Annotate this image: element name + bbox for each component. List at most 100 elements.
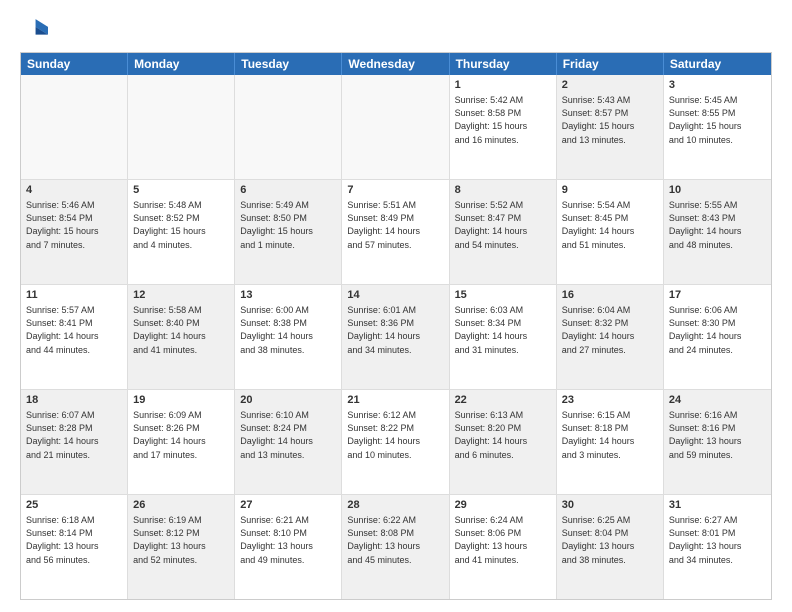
day-number: 13 [240,288,336,303]
calendar-cell: 26Sunrise: 6:19 AMSunset: 8:12 PMDayligh… [128,495,235,599]
calendar-header-cell: Wednesday [342,53,449,75]
cell-info: Sunrise: 5:57 AMSunset: 8:41 PMDaylight:… [26,304,122,356]
day-number: 7 [347,183,443,198]
day-number: 10 [669,183,766,198]
cell-info: Sunrise: 6:07 AMSunset: 8:28 PMDaylight:… [26,409,122,461]
cell-info: Sunrise: 6:12 AMSunset: 8:22 PMDaylight:… [347,409,443,461]
calendar-cell: 31Sunrise: 6:27 AMSunset: 8:01 PMDayligh… [664,495,771,599]
day-number: 22 [455,393,551,408]
calendar-cell [21,75,128,179]
cell-info: Sunrise: 6:21 AMSunset: 8:10 PMDaylight:… [240,514,336,566]
cell-info: Sunrise: 5:42 AMSunset: 8:58 PMDaylight:… [455,94,551,146]
cell-info: Sunrise: 5:52 AMSunset: 8:47 PMDaylight:… [455,199,551,251]
calendar-cell: 22Sunrise: 6:13 AMSunset: 8:20 PMDayligh… [450,390,557,494]
calendar-cell: 17Sunrise: 6:06 AMSunset: 8:30 PMDayligh… [664,285,771,389]
day-number: 23 [562,393,658,408]
calendar-header-cell: Thursday [450,53,557,75]
calendar-week: 1Sunrise: 5:42 AMSunset: 8:58 PMDaylight… [21,75,771,180]
calendar-cell: 14Sunrise: 6:01 AMSunset: 8:36 PMDayligh… [342,285,449,389]
day-number: 19 [133,393,229,408]
cell-info: Sunrise: 5:49 AMSunset: 8:50 PMDaylight:… [240,199,336,251]
calendar-cell: 23Sunrise: 6:15 AMSunset: 8:18 PMDayligh… [557,390,664,494]
header [20,16,772,44]
cell-info: Sunrise: 6:18 AMSunset: 8:14 PMDaylight:… [26,514,122,566]
calendar-cell: 10Sunrise: 5:55 AMSunset: 8:43 PMDayligh… [664,180,771,284]
calendar-cell: 27Sunrise: 6:21 AMSunset: 8:10 PMDayligh… [235,495,342,599]
calendar-cell: 5Sunrise: 5:48 AMSunset: 8:52 PMDaylight… [128,180,235,284]
calendar-header-cell: Friday [557,53,664,75]
cell-info: Sunrise: 6:13 AMSunset: 8:20 PMDaylight:… [455,409,551,461]
calendar-week: 4Sunrise: 5:46 AMSunset: 8:54 PMDaylight… [21,180,771,285]
calendar-cell: 12Sunrise: 5:58 AMSunset: 8:40 PMDayligh… [128,285,235,389]
calendar-cell: 1Sunrise: 5:42 AMSunset: 8:58 PMDaylight… [450,75,557,179]
calendar-cell: 4Sunrise: 5:46 AMSunset: 8:54 PMDaylight… [21,180,128,284]
cell-info: Sunrise: 6:15 AMSunset: 8:18 PMDaylight:… [562,409,658,461]
calendar-cell: 9Sunrise: 5:54 AMSunset: 8:45 PMDaylight… [557,180,664,284]
day-number: 30 [562,498,658,513]
calendar-cell: 16Sunrise: 6:04 AMSunset: 8:32 PMDayligh… [557,285,664,389]
cell-info: Sunrise: 6:22 AMSunset: 8:08 PMDaylight:… [347,514,443,566]
calendar-header-cell: Monday [128,53,235,75]
cell-info: Sunrise: 6:01 AMSunset: 8:36 PMDaylight:… [347,304,443,356]
calendar-cell: 28Sunrise: 6:22 AMSunset: 8:08 PMDayligh… [342,495,449,599]
cell-info: Sunrise: 5:46 AMSunset: 8:54 PMDaylight:… [26,199,122,251]
day-number: 9 [562,183,658,198]
cell-info: Sunrise: 6:03 AMSunset: 8:34 PMDaylight:… [455,304,551,356]
day-number: 29 [455,498,551,513]
calendar-cell: 18Sunrise: 6:07 AMSunset: 8:28 PMDayligh… [21,390,128,494]
cell-info: Sunrise: 5:45 AMSunset: 8:55 PMDaylight:… [669,94,766,146]
calendar-header-cell: Saturday [664,53,771,75]
page: SundayMondayTuesdayWednesdayThursdayFrid… [0,0,792,612]
day-number: 11 [26,288,122,303]
day-number: 24 [669,393,766,408]
cell-info: Sunrise: 5:48 AMSunset: 8:52 PMDaylight:… [133,199,229,251]
logo [20,16,52,44]
day-number: 12 [133,288,229,303]
day-number: 25 [26,498,122,513]
cell-info: Sunrise: 5:51 AMSunset: 8:49 PMDaylight:… [347,199,443,251]
calendar-cell [128,75,235,179]
cell-info: Sunrise: 5:58 AMSunset: 8:40 PMDaylight:… [133,304,229,356]
cell-info: Sunrise: 6:27 AMSunset: 8:01 PMDaylight:… [669,514,766,566]
day-number: 5 [133,183,229,198]
cell-info: Sunrise: 6:24 AMSunset: 8:06 PMDaylight:… [455,514,551,566]
logo-icon [20,16,48,44]
calendar-cell: 15Sunrise: 6:03 AMSunset: 8:34 PMDayligh… [450,285,557,389]
day-number: 28 [347,498,443,513]
day-number: 1 [455,78,551,93]
cell-info: Sunrise: 6:16 AMSunset: 8:16 PMDaylight:… [669,409,766,461]
calendar-cell: 2Sunrise: 5:43 AMSunset: 8:57 PMDaylight… [557,75,664,179]
calendar-week: 11Sunrise: 5:57 AMSunset: 8:41 PMDayligh… [21,285,771,390]
calendar-cell: 30Sunrise: 6:25 AMSunset: 8:04 PMDayligh… [557,495,664,599]
calendar-body: 1Sunrise: 5:42 AMSunset: 8:58 PMDaylight… [21,75,771,599]
day-number: 27 [240,498,336,513]
calendar-cell: 24Sunrise: 6:16 AMSunset: 8:16 PMDayligh… [664,390,771,494]
day-number: 17 [669,288,766,303]
calendar-cell: 6Sunrise: 5:49 AMSunset: 8:50 PMDaylight… [235,180,342,284]
calendar-cell: 8Sunrise: 5:52 AMSunset: 8:47 PMDaylight… [450,180,557,284]
day-number: 16 [562,288,658,303]
calendar-cell: 3Sunrise: 5:45 AMSunset: 8:55 PMDaylight… [664,75,771,179]
calendar-cell [235,75,342,179]
day-number: 20 [240,393,336,408]
cell-info: Sunrise: 5:54 AMSunset: 8:45 PMDaylight:… [562,199,658,251]
calendar-cell: 20Sunrise: 6:10 AMSunset: 8:24 PMDayligh… [235,390,342,494]
cell-info: Sunrise: 6:00 AMSunset: 8:38 PMDaylight:… [240,304,336,356]
calendar-cell: 13Sunrise: 6:00 AMSunset: 8:38 PMDayligh… [235,285,342,389]
calendar-header: SundayMondayTuesdayWednesdayThursdayFrid… [21,53,771,75]
day-number: 3 [669,78,766,93]
day-number: 8 [455,183,551,198]
cell-info: Sunrise: 6:04 AMSunset: 8:32 PMDaylight:… [562,304,658,356]
day-number: 2 [562,78,658,93]
calendar-cell: 11Sunrise: 5:57 AMSunset: 8:41 PMDayligh… [21,285,128,389]
day-number: 14 [347,288,443,303]
cell-info: Sunrise: 6:25 AMSunset: 8:04 PMDaylight:… [562,514,658,566]
calendar-week: 18Sunrise: 6:07 AMSunset: 8:28 PMDayligh… [21,390,771,495]
cell-info: Sunrise: 5:43 AMSunset: 8:57 PMDaylight:… [562,94,658,146]
day-number: 26 [133,498,229,513]
cell-info: Sunrise: 6:10 AMSunset: 8:24 PMDaylight:… [240,409,336,461]
calendar-header-cell: Sunday [21,53,128,75]
calendar-cell: 19Sunrise: 6:09 AMSunset: 8:26 PMDayligh… [128,390,235,494]
day-number: 4 [26,183,122,198]
calendar-cell: 21Sunrise: 6:12 AMSunset: 8:22 PMDayligh… [342,390,449,494]
